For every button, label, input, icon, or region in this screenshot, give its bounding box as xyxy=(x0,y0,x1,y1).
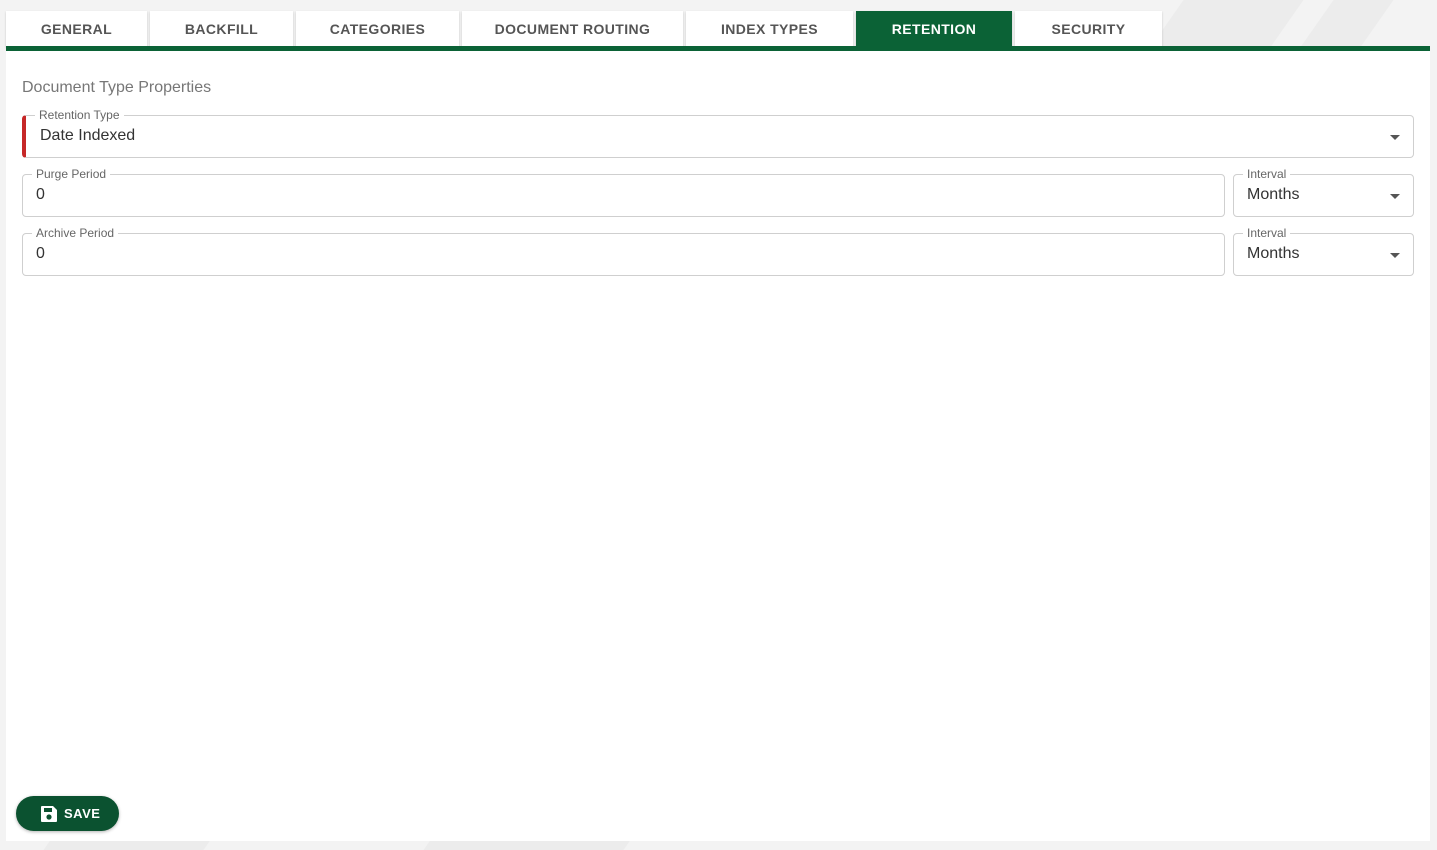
purge-period-input[interactable]: Purge Period 0 xyxy=(22,167,1225,217)
tab-general[interactable]: GENERAL xyxy=(6,11,147,47)
retention-panel: Document Type Properties Retention Type … xyxy=(6,51,1430,841)
archive-period-label: Archive Period xyxy=(32,226,119,240)
archive-interval-select[interactable]: Interval Months xyxy=(1233,226,1414,276)
archive-interval-value: Months xyxy=(1247,245,1300,262)
retention-type-value: Date Indexed xyxy=(40,127,136,144)
dropdown-caret-icon xyxy=(1390,135,1400,140)
archive-interval-label: Interval xyxy=(1243,226,1291,240)
dropdown-caret-icon xyxy=(1390,253,1400,258)
dropdown-caret-icon xyxy=(1390,194,1400,199)
retention-type-label: Retention Type xyxy=(35,108,124,122)
archive-period-value: 0 xyxy=(36,245,45,262)
tab-bar: GENERAL BACKFILL CATEGORIES DOCUMENT ROU… xyxy=(6,11,1165,47)
save-button[interactable]: SAVE xyxy=(16,796,119,831)
purge-interval-value: Months xyxy=(1247,186,1300,203)
purge-interval-select[interactable]: Interval Months xyxy=(1233,167,1414,217)
section-title: Document Type Properties xyxy=(22,79,212,96)
purge-period-value: 0 xyxy=(36,186,45,203)
tab-retention[interactable]: RETENTION xyxy=(856,11,1012,47)
tab-document-routing[interactable]: DOCUMENT ROUTING xyxy=(462,11,683,47)
tab-security[interactable]: SECURITY xyxy=(1015,11,1162,47)
archive-period-input[interactable]: Archive Period 0 xyxy=(22,226,1225,276)
tab-index-types[interactable]: INDEX TYPES xyxy=(686,11,853,47)
retention-type-select[interactable]: Retention Type Date Indexed xyxy=(22,108,1414,158)
tab-categories[interactable]: CATEGORIES xyxy=(296,11,459,47)
save-button-label: SAVE xyxy=(64,806,101,821)
tab-backfill[interactable]: BACKFILL xyxy=(150,11,293,47)
purge-interval-label: Interval xyxy=(1243,167,1291,181)
purge-period-label: Purge Period xyxy=(32,167,111,181)
floppy-disk-icon xyxy=(40,805,58,823)
